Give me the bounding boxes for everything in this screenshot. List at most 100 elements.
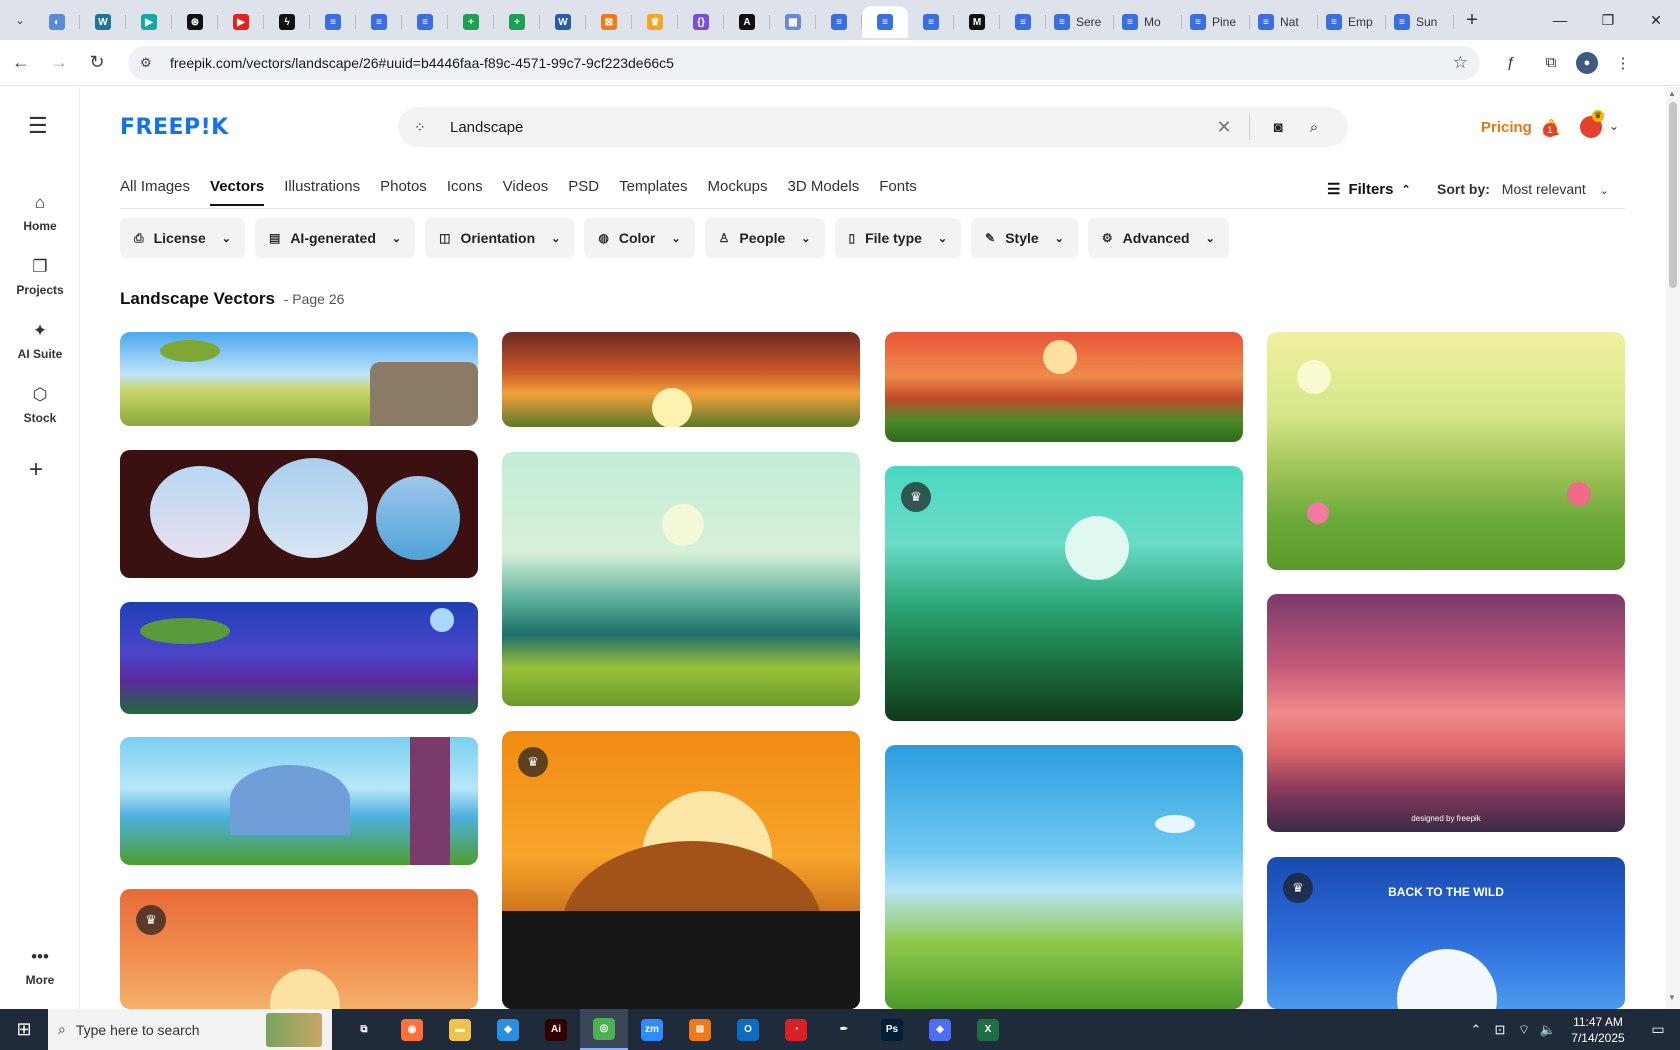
add-icon[interactable]: + (29, 456, 43, 484)
reload-icon[interactable]: ↻ (80, 46, 114, 80)
image-card[interactable]: ♛ (120, 889, 478, 1009)
tray-network-icon[interactable]: ⊡ (1488, 1022, 1512, 1038)
search-icon[interactable]: ⌕ (1296, 119, 1332, 136)
browser-tab-grid[interactable]: ▦ (770, 6, 816, 38)
browser-tab-doc[interactable]: ≡ Nat (1250, 6, 1318, 38)
freepik-logo[interactable]: FREEP!K (120, 115, 229, 140)
image-card[interactable]: ♛ BACK TO THE WILD (1267, 857, 1625, 1009)
address-bar[interactable]: ⚙ freepik.com/vectors/landscape/26#uuid=… (128, 45, 1480, 80)
tab-3d-models[interactable]: 3D Models (788, 178, 860, 205)
tray-wifi-icon[interactable]: ⌔ (1512, 1022, 1536, 1038)
new-tab-button[interactable]: + (1458, 6, 1486, 34)
sidebar-item-projects[interactable]: ❐ Projects (0, 257, 80, 297)
browser-tab-doc[interactable]: ≡ (1000, 6, 1046, 38)
browser-tab-doc[interactable]: ≡ Sere (1046, 6, 1114, 38)
sidebar-item-more[interactable]: ••• More (0, 947, 80, 987)
sidebar-item-home[interactable]: ⌂ Home (0, 193, 80, 233)
browser-tab-bolt[interactable]: ϟ (264, 6, 310, 38)
url-text[interactable]: freepik.com/vectors/landscape/26#uuid=b4… (170, 55, 1453, 71)
browser-tab-braces[interactable]: {} (678, 6, 724, 38)
taskbar-app-file-explorer[interactable]: ▬ (436, 1009, 484, 1050)
browser-tab-doc[interactable]: ≡ (908, 6, 954, 38)
tab-videos[interactable]: Videos (503, 178, 549, 205)
filters-toggle-button[interactable]: ☰ Filters ⌃ (1327, 180, 1411, 199)
image-card[interactable] (502, 332, 860, 427)
filter-license-button[interactable]: ⎙ License ⌄ (120, 218, 245, 258)
image-card[interactable] (120, 602, 478, 714)
taskbar-app-chrome[interactable]: ◎ (580, 1009, 628, 1050)
tab-all-images[interactable]: All Images (120, 178, 190, 205)
user-avatar[interactable]: ♛ (1580, 110, 1604, 138)
taskbar-app-firefox[interactable]: ◉ (388, 1009, 436, 1050)
extension-f-icon[interactable]: ƒ (1496, 48, 1526, 78)
taskbar-app-photoshop[interactable]: Ps (868, 1009, 916, 1050)
site-info-icon[interactable]: ⚙ (140, 55, 160, 71)
browser-tab-doc[interactable]: ≡ Emp (1318, 6, 1386, 38)
tab-icons[interactable]: Icons (447, 178, 483, 205)
profile-avatar[interactable]: ● (1576, 51, 1598, 74)
sort-dropdown[interactable]: Sort by: Most relevant ⌄ (1437, 181, 1609, 197)
browser-tab-doc[interactable]: ≡ (862, 6, 908, 38)
hamburger-menu-icon[interactable]: ☰ (28, 113, 48, 139)
restore-icon[interactable]: ❐ (1584, 0, 1632, 40)
filter-color-button[interactable]: ◍ Color ⌄ (584, 218, 695, 258)
taskbar-app-outlook[interactable]: O (724, 1009, 772, 1050)
taskbar-app-illustrator[interactable]: Ai (532, 1009, 580, 1050)
browser-tab-globe[interactable]: ◐ (34, 6, 80, 38)
taskbar-search[interactable]: ⌕ Type here to search (48, 1009, 332, 1050)
close-icon[interactable]: ✕ (1632, 0, 1680, 40)
tab-mockups[interactable]: Mockups (707, 178, 767, 205)
filter-ai-generated-button[interactable]: ▤ AI-generated ⌄ (254, 218, 416, 258)
image-card[interactable] (885, 332, 1243, 442)
image-card[interactable]: ♛ (502, 731, 860, 1009)
browser-tab-xampp[interactable]: ⊠ (586, 6, 632, 38)
browser-tab-doc[interactable]: ≡ (402, 6, 448, 38)
page-scrollbar[interactable]: ▲ ▼ (1666, 87, 1680, 1009)
browser-tab-doc[interactable]: ≡ (816, 6, 862, 38)
image-card[interactable] (502, 452, 860, 706)
browser-tab-youtube[interactable]: ▶ (218, 6, 264, 38)
browser-tab-openai[interactable]: ⊛ (172, 6, 218, 38)
windows-start-icon[interactable]: ⊞ (0, 1009, 48, 1050)
taskbar-app-diamond-app[interactable]: ◈ (916, 1009, 964, 1050)
browser-tab-doc[interactable]: ≡ (310, 6, 356, 38)
taskbar-app-zoom[interactable]: zm (628, 1009, 676, 1050)
browser-tab-arrow[interactable]: ▶ (126, 6, 172, 38)
chevron-down-icon[interactable]: ⌄ (1609, 119, 1619, 133)
camera-search-icon[interactable]: ◙ (1260, 119, 1296, 136)
tray-chevron-up-icon[interactable]: ⌃ (1464, 1022, 1488, 1038)
tab-photos[interactable]: Photos (380, 178, 427, 205)
scroll-up-icon[interactable]: ▲ (1668, 89, 1676, 98)
notifications-button[interactable]: 🔔 1 (1541, 118, 1563, 140)
image-card[interactable] (120, 737, 478, 865)
taskbar-app-xampp[interactable]: ⊠ (676, 1009, 724, 1050)
search-type-icon[interactable]: ⁘ (414, 119, 438, 136)
browser-tab-wp[interactable]: W (80, 6, 126, 38)
clear-search-icon[interactable]: ✕ (1209, 117, 1239, 138)
tab-templates[interactable]: Templates (619, 178, 687, 205)
browser-tab-m[interactable]: M (954, 6, 1000, 38)
tray-volume-icon[interactable]: 🔈 (1536, 1022, 1560, 1038)
image-card[interactable] (120, 450, 478, 578)
bookmark-star-icon[interactable]: ☆ (1453, 53, 1468, 73)
minimize-icon[interactable]: — (1536, 0, 1584, 40)
taskbar-app-task-view[interactable]: ⧉ (340, 1009, 388, 1050)
filter-file-type-button[interactable]: ▯ File type ⌄ (834, 218, 962, 258)
taskbar-app-excel[interactable]: X (964, 1009, 1012, 1050)
filter-style-button[interactable]: ✎ Style ⌄ (971, 218, 1078, 258)
taskbar-app-pen-tool[interactable]: ✒ (820, 1009, 868, 1050)
tab-search-button[interactable]: ⌄ (6, 6, 34, 34)
browser-tab-doc[interactable]: ≡ (356, 6, 402, 38)
tab-vectors[interactable]: Vectors (210, 178, 265, 206)
image-card[interactable]: ♛ (885, 466, 1243, 721)
browser-tab-crown[interactable]: ♛ (632, 6, 678, 38)
pricing-link[interactable]: Pricing (1481, 119, 1532, 136)
browser-tab-doc[interactable]: ≡ Pine (1182, 6, 1250, 38)
scrollbar-thumb[interactable] (1669, 102, 1677, 288)
taskbar-clock[interactable]: 11:47 AM 7/14/2025 (1560, 1014, 1636, 1046)
back-icon[interactable]: ← (4, 46, 38, 80)
browser-tab-word[interactable]: W (540, 6, 586, 38)
filter-advanced-button[interactable]: ⚙ Advanced ⌄ (1087, 218, 1229, 258)
browser-tab-doc[interactable]: ≡ Mo (1114, 6, 1182, 38)
sidebar-item-ai-suite[interactable]: ✦ AI Suite (0, 321, 80, 361)
